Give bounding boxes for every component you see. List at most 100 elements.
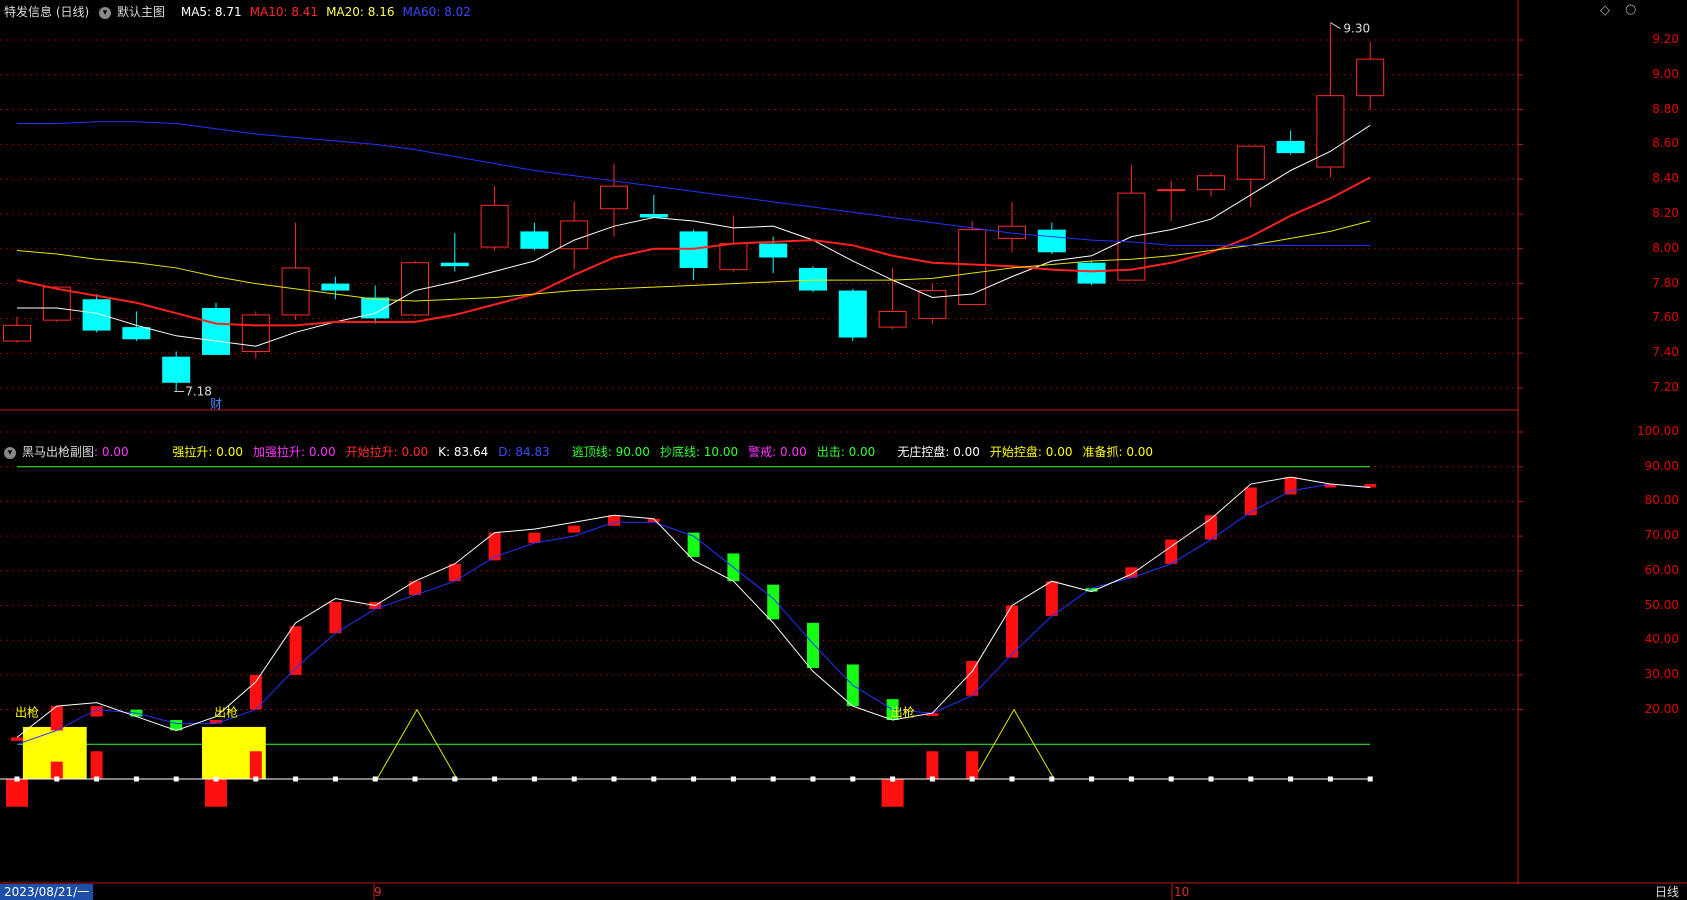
- indicator-label: 抄底线:: [659, 445, 704, 459]
- ma-label: MA5:: [180, 5, 215, 19]
- zero-marker: [412, 776, 418, 782]
- zero-marker: [1009, 776, 1015, 782]
- diamond-icon[interactable]: ◇: [1600, 3, 1610, 18]
- kd-bar: [767, 584, 780, 620]
- indicator-value: 0.00: [401, 445, 429, 459]
- signal-bar: [966, 751, 979, 779]
- signal-bar: [50, 761, 63, 779]
- kd-bar: [1244, 487, 1257, 516]
- signal-bar: [249, 751, 262, 779]
- candle-body: [480, 204, 509, 248]
- zero-marker: [14, 776, 20, 782]
- main-chart-header: 特发信息 (日线) ▾ 默认主图 MA5: 8.71 MA10: 8.41 MA20:…: [4, 2, 485, 22]
- ma-label: MA60:: [402, 5, 445, 19]
- candle-body: [759, 243, 788, 258]
- candle-body: [1276, 140, 1305, 154]
- indicator-tick-label: 90.00: [1644, 458, 1679, 473]
- zero-marker: [253, 776, 259, 782]
- price-tick-label: 7.60: [1652, 310, 1679, 325]
- zero-marker: [1049, 776, 1055, 782]
- indicator-tick-label: 80.00: [1644, 493, 1679, 508]
- period-button[interactable]: 日线: [1655, 884, 1679, 900]
- zero-marker: [1168, 776, 1174, 782]
- zero-marker: [770, 776, 776, 782]
- stock-name[interactable]: 特发信息 (日线): [4, 5, 89, 19]
- zero-marker: [173, 776, 179, 782]
- candle-body: [799, 267, 827, 291]
- indicator-tick-label: 60.00: [1644, 562, 1679, 577]
- kd-bar: [1045, 581, 1058, 616]
- signal-label: 出枪: [214, 705, 238, 720]
- price-tick-label: 9.20: [1652, 32, 1679, 46]
- kd-bar: [249, 674, 262, 710]
- ma-indicator-list: MA5: 8.71 MA10: 8.41 MA20: 8.16 MA60: 8.02: [181, 5, 479, 19]
- ma-value: 8.71: [214, 5, 242, 19]
- candle-body: [878, 310, 907, 328]
- zero-marker: [611, 776, 617, 782]
- zero-marker: [969, 776, 975, 782]
- zero-marker: [1288, 776, 1294, 782]
- price-tick-label: 8.00: [1652, 240, 1679, 255]
- chevron-down-icon[interactable]: ▾: [4, 446, 16, 459]
- candle-body: [1236, 145, 1265, 180]
- date-readout: 2023/08/21/一: [0, 884, 94, 900]
- kd-bar: [329, 602, 342, 634]
- ma-label: MA10:: [249, 5, 292, 19]
- indicator-tick-label: 30.00: [1644, 666, 1679, 681]
- zero-marker: [94, 776, 100, 782]
- zero-marker: [1367, 776, 1373, 782]
- candle-body: [3, 324, 31, 342]
- indicator-value: 0.00: [848, 445, 876, 459]
- signal-bar: [205, 779, 227, 807]
- low-label: 7.18: [185, 384, 212, 398]
- zero-marker: [810, 776, 816, 782]
- indicator-label: 警戒:: [748, 445, 781, 459]
- candle-body: [918, 290, 947, 319]
- sub-indicator-list: 强拉升: 0.00 加强拉升: 0.00 开始拉升: 0.00 K: 83.64 D: …: [172, 445, 1163, 459]
- candle-body: [281, 267, 310, 316]
- sub-indicator-axis: 100.00 90.00 80.00 70.00 60.00 50.00 40.00 30.0…: [1627, 424, 1687, 884]
- candle-body: [520, 231, 549, 249]
- signal-bar: [926, 751, 939, 779]
- zero-marker: [452, 776, 458, 782]
- candle-body: [1157, 189, 1186, 192]
- indicator-value: 0.00: [780, 445, 807, 459]
- zero-marker: [1128, 776, 1134, 782]
- indicator-label: 开始拉升:: [345, 445, 402, 459]
- indicator-tick-label: 20.00: [1644, 701, 1679, 716]
- candle-body: [42, 286, 71, 321]
- indicator-label: 加强拉升:: [253, 445, 309, 459]
- kd-bar: [528, 532, 541, 544]
- zero-marker: [571, 776, 577, 782]
- indicator-label: D:: [498, 445, 516, 459]
- candle-body: [838, 290, 867, 338]
- indicator-tick-label: 100.00: [1637, 424, 1679, 438]
- candle-body: [162, 356, 191, 383]
- candle-body: [639, 214, 668, 218]
- kd-bar: [807, 622, 819, 668]
- kd-bar: [488, 532, 501, 561]
- sub-chart-title-value: : 0.00: [94, 445, 129, 459]
- k-line: [16, 476, 1371, 738]
- indicator-value: 10.00: [703, 445, 739, 459]
- main-chart-title[interactable]: 默认主图: [117, 5, 165, 19]
- indicator-value: 84.83: [515, 445, 550, 459]
- zero-marker: [372, 776, 378, 782]
- chevron-down-icon[interactable]: ▾: [99, 6, 112, 19]
- zero-marker: [213, 776, 219, 782]
- price-tick-label: 7.40: [1652, 345, 1679, 360]
- kd-bar: [1284, 477, 1297, 495]
- zero-marker: [133, 776, 139, 782]
- ma-line-ma60: [17, 121, 1371, 246]
- indicator-value: 0.00: [308, 445, 336, 459]
- candle-body: [1077, 262, 1106, 284]
- indicator-label: 准备抓:: [1082, 445, 1127, 459]
- main-price-axis: 9.20 9.00 8.80 8.60 8.40 8.20 8.00 7.80 7.60 7.40…: [1627, 0, 1687, 440]
- price-tick-label: 9.00: [1652, 66, 1679, 81]
- candle-body: [1037, 229, 1066, 253]
- sub-chart-title[interactable]: 黑马出枪副图: [22, 445, 94, 459]
- indicator-label: 强拉升:: [172, 445, 217, 459]
- zero-marker: [1208, 776, 1214, 782]
- candle-body: [122, 327, 151, 340]
- indicator-value: 0.00: [1126, 445, 1154, 459]
